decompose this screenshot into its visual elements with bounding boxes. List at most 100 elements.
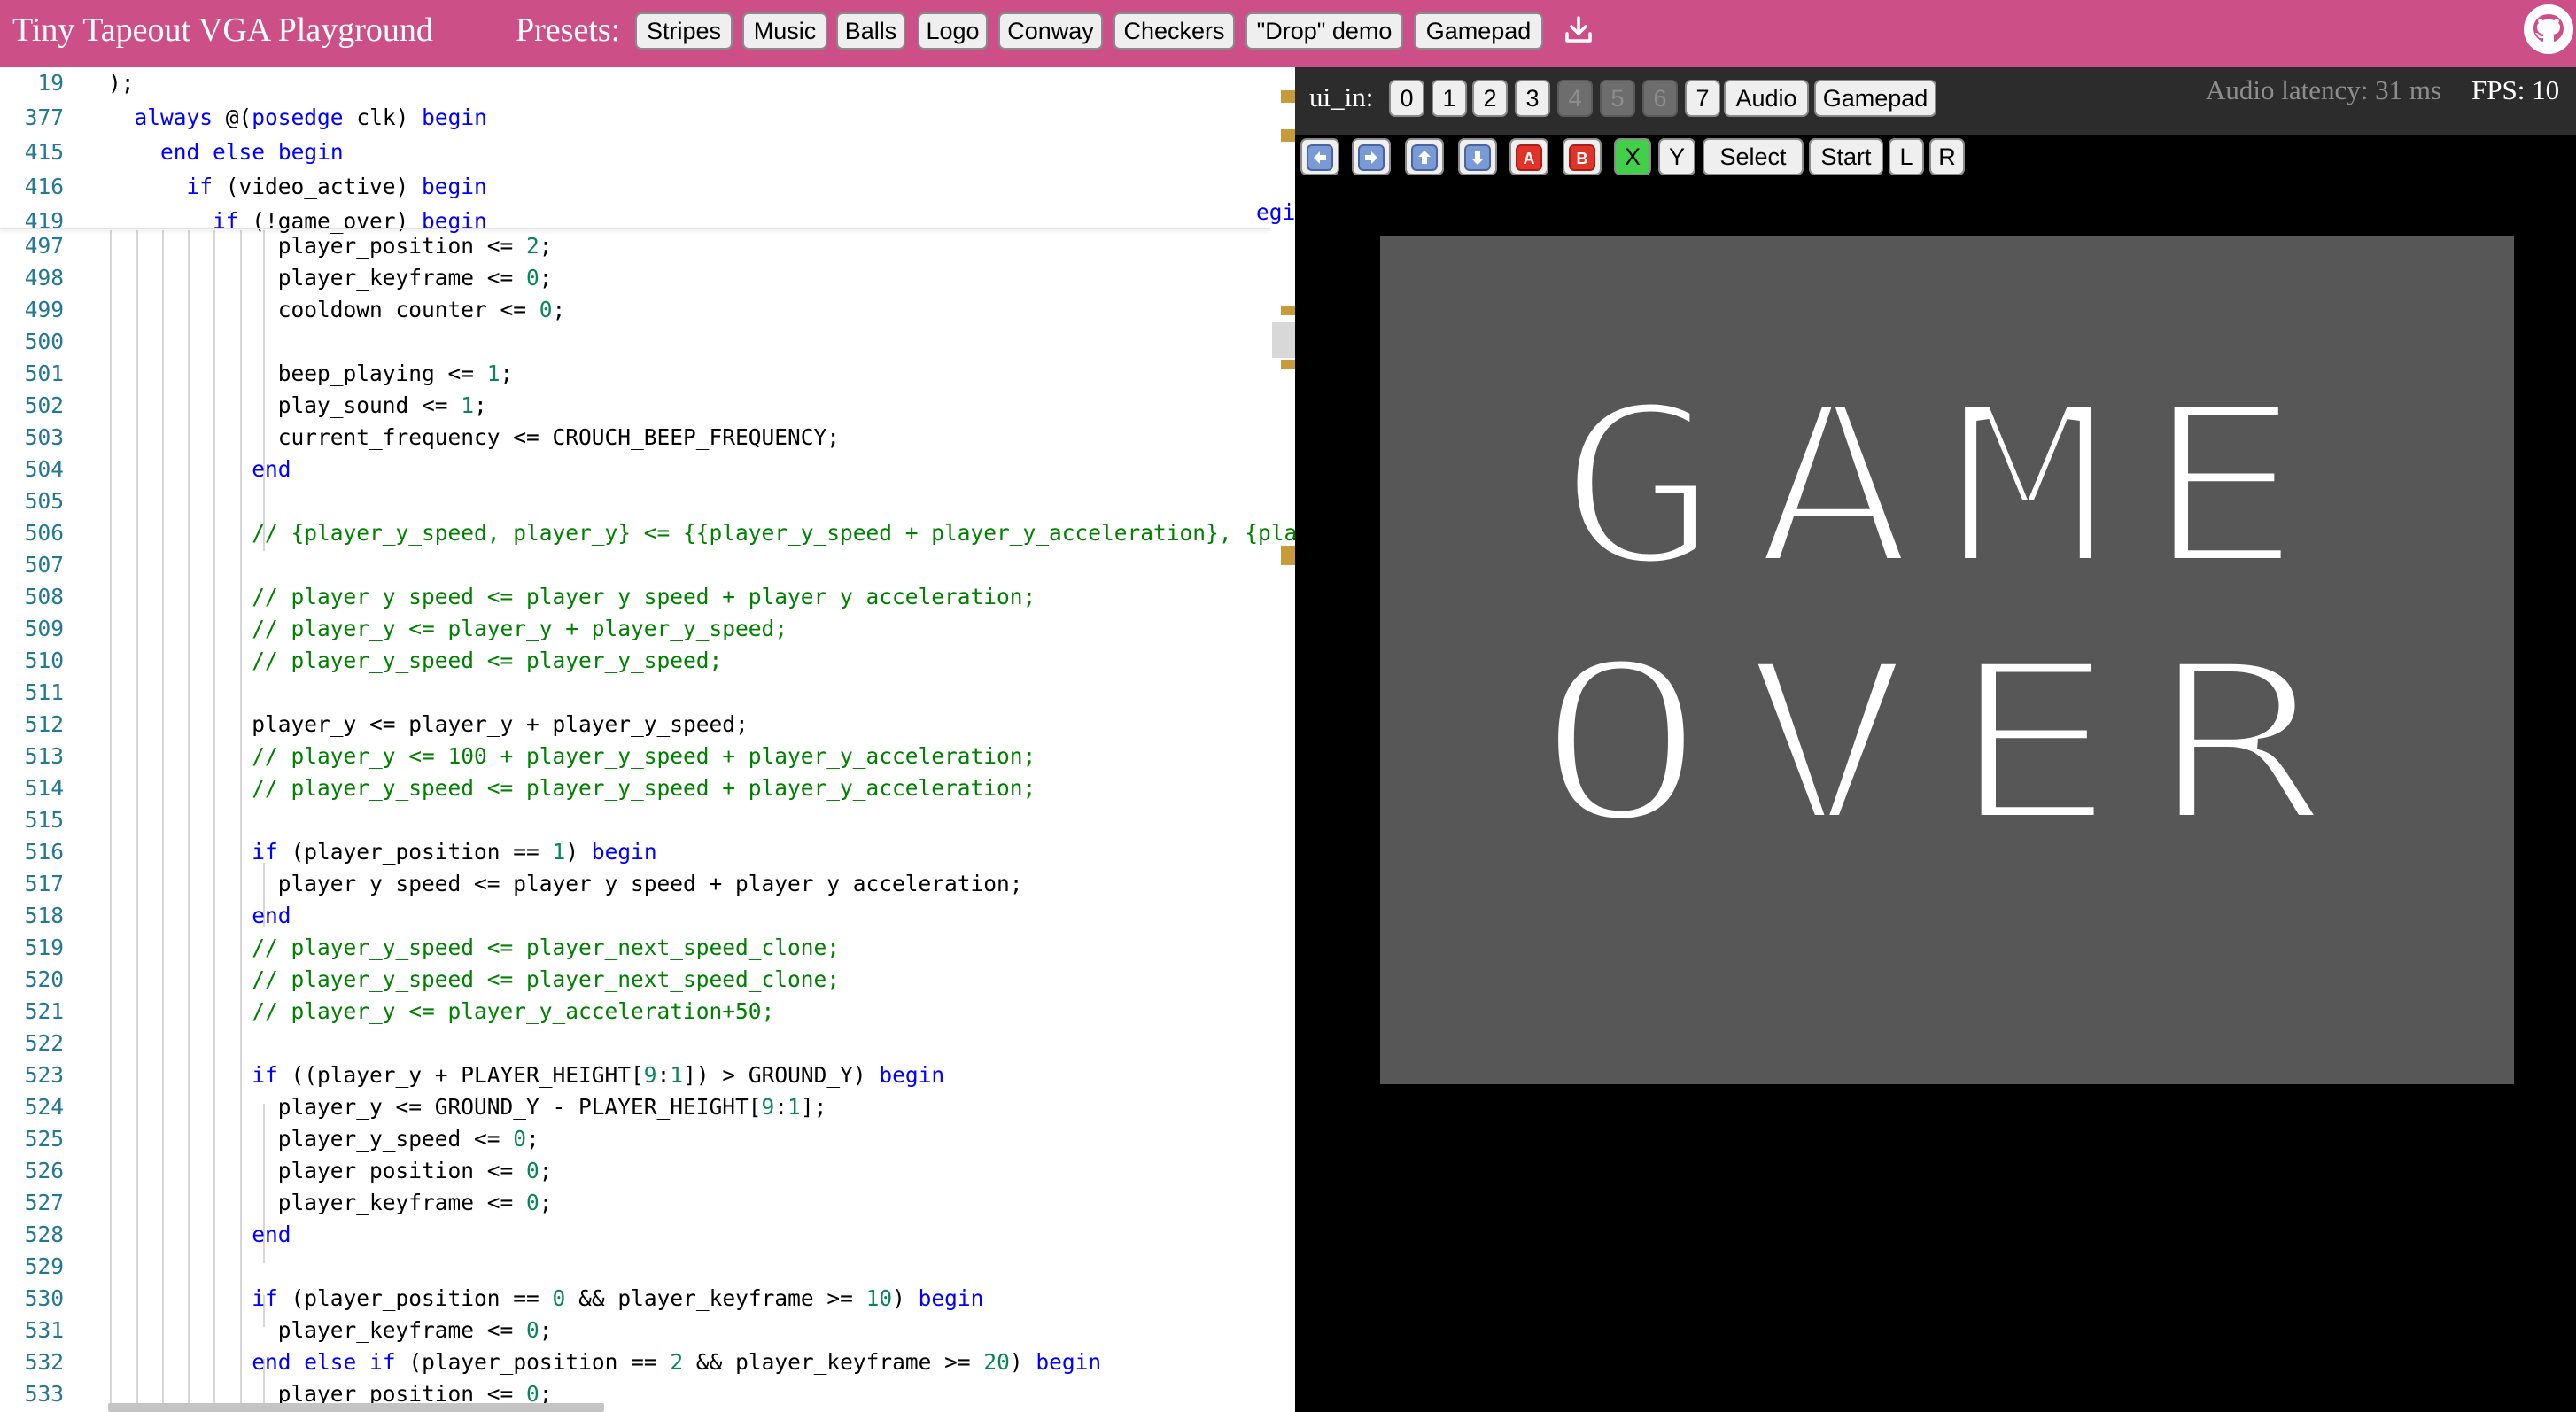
svg-text:A: A	[1524, 150, 1535, 167]
preset-stripes-button[interactable]: Stripes	[635, 12, 733, 50]
pad-up-button[interactable]	[1405, 138, 1444, 175]
code-line[interactable]: 514 // player_y_speed <= player_y_speed …	[0, 772, 1295, 804]
editor-horizontal-scrollbar[interactable]	[108, 1403, 604, 1412]
code-line[interactable]: 510 // player_y_speed <= player_y_speed;	[0, 645, 1295, 677]
code-line[interactable]: 530 if (player_position == 0 && player_k…	[0, 1283, 1295, 1315]
ui-in-bit-1-button[interactable]: 1	[1432, 80, 1467, 117]
code-line[interactable]: 520 // player_y_speed <= player_next_spe…	[0, 964, 1295, 996]
ui-in-bit-2-button[interactable]: 2	[1472, 80, 1508, 117]
preset-balls-button[interactable]: Balls	[836, 12, 905, 50]
preset-conway-button[interactable]: Conway	[998, 12, 1103, 50]
code-line[interactable]: 527 player_keyframe <= 0;	[0, 1187, 1295, 1219]
download-icon[interactable]	[1563, 14, 1594, 46]
line-number: 504	[24, 456, 64, 482]
line-number: 498	[24, 265, 64, 291]
preset-gamepad-button[interactable]: Gamepad	[1414, 12, 1543, 50]
code-line[interactable]: 505	[0, 485, 1295, 517]
pad-start-button[interactable]: Start	[1809, 138, 1883, 175]
line-code: play_sound <= 1;	[108, 392, 487, 418]
code-line[interactable]: 518 end	[0, 900, 1295, 932]
pad-l-button[interactable]: L	[1889, 138, 1924, 175]
code-line[interactable]: 503 current_frequency <= CROUCH_BEEP_FRE…	[0, 422, 1295, 454]
code-line[interactable]: 497 player_position <= 2;	[0, 230, 1295, 262]
gamepad-button[interactable]: Gamepad	[1814, 80, 1936, 117]
preset-checkers-button[interactable]: Checkers	[1113, 12, 1235, 50]
code-line[interactable]: 499 cooldown_counter <= 0;	[0, 294, 1295, 326]
sticky-code-line[interactable]: 377 always @(posedge clk) begin	[0, 102, 1295, 134]
code-line[interactable]: 507	[0, 549, 1295, 581]
code-line[interactable]: 526 player_position <= 0;	[0, 1155, 1295, 1187]
code-line[interactable]: 532 end else if (player_position == 2 &&…	[0, 1346, 1295, 1378]
code-line[interactable]: 522	[0, 1028, 1295, 1059]
pad-x-button[interactable]: X	[1614, 138, 1651, 175]
sticky-code-line[interactable]: 19);	[0, 67, 1295, 99]
code-line[interactable]: 513 // player_y <= 100 + player_y_speed …	[0, 741, 1295, 772]
svg-text:B: B	[1577, 150, 1588, 167]
ui-in-bit-0-button[interactable]: 0	[1389, 80, 1424, 117]
vga-panel: ui_in: 0 1 2 3 4 5 6 7 Audio Gamepad Aud…	[1295, 67, 2576, 1412]
line-number: 526	[24, 1158, 64, 1183]
code-line[interactable]: 515	[0, 804, 1295, 836]
line-code: if ((player_y + PLAYER_HEIGHT[9:1]) > GR…	[252, 1062, 945, 1088]
pad-y-button[interactable]: Y	[1658, 138, 1695, 175]
line-number: 513	[24, 743, 64, 769]
github-icon[interactable]	[2523, 4, 2574, 55]
preset-music-button[interactable]: Music	[742, 12, 827, 50]
line-code: player_keyframe <= 0;	[108, 265, 553, 291]
ui-in-controls: ui_in: 0 1 2 3 4 5 6 7 Audio Gamepad Aud…	[1295, 67, 2576, 135]
line-number: 514	[24, 775, 64, 801]
pad-r-button[interactable]: R	[1929, 138, 1965, 175]
audio-button[interactable]: Audio	[1724, 80, 1809, 117]
minimap-mark	[1281, 129, 1295, 142]
pad-b-button[interactable]: B	[1563, 138, 1602, 175]
preset-drop-demo-button[interactable]: "Drop" demo	[1245, 12, 1403, 50]
ui-in-bit-6-button: 6	[1642, 80, 1678, 117]
code-line[interactable]: 524 player_y <= GROUND_Y - PLAYER_HEIGHT…	[0, 1091, 1295, 1123]
line-number: 511	[24, 679, 64, 705]
pad-a-button[interactable]: A	[1509, 138, 1548, 175]
sticky-code-line[interactable]: 415 end else begin	[0, 136, 1295, 168]
code-line[interactable]: 512 player_y <= player_y + player_y_spee…	[0, 709, 1295, 741]
line-number: 377	[24, 105, 64, 130]
code-line[interactable]: 517 player_y_speed <= player_y_speed + p…	[0, 868, 1295, 900]
code-line[interactable]: 498 player_keyframe <= 0;	[0, 262, 1295, 294]
code-line[interactable]: 501 beep_playing <= 1;	[0, 358, 1295, 390]
line-code: player_keyframe <= 0;	[108, 1317, 553, 1343]
code-line[interactable]: 511	[0, 677, 1295, 709]
line-number: 500	[24, 329, 64, 354]
sticky-code-line[interactable]: 416 if (video_active) begin	[0, 171, 1295, 203]
minimap-slider[interactable]	[1272, 322, 1295, 358]
pad-down-button[interactable]	[1458, 138, 1497, 175]
minimap-mark	[1281, 90, 1295, 103]
code-line[interactable]: 519 // player_y_speed <= player_next_spe…	[0, 932, 1295, 964]
code-line[interactable]: 529	[0, 1251, 1295, 1283]
code-line[interactable]: 504 end	[0, 454, 1295, 485]
pad-left-button[interactable]	[1300, 138, 1339, 175]
line-number: 524	[24, 1094, 64, 1120]
preset-logo-button[interactable]: Logo	[918, 12, 988, 50]
line-code: // player_y <= 100 + player_y_speed + pl…	[252, 743, 1036, 769]
code-line[interactable]: 523 if ((player_y + PLAYER_HEIGHT[9:1]) …	[0, 1059, 1295, 1091]
line-code: // {player_y_speed, player_y} <= {{playe…	[252, 520, 1295, 546]
presets-label: Presets:	[516, 12, 621, 49]
sticky-scroll-divider	[0, 228, 1270, 229]
ui-in-bit-3-button[interactable]: 3	[1515, 80, 1550, 117]
line-number: 503	[24, 424, 64, 450]
code-line[interactable]: 500	[0, 326, 1295, 358]
code-line[interactable]: 502 play_sound <= 1;	[0, 390, 1295, 422]
code-line[interactable]: 508 // player_y_speed <= player_y_speed …	[0, 581, 1295, 613]
line-number: 519	[24, 935, 64, 960]
code-line[interactable]: 531 player_keyframe <= 0;	[0, 1315, 1295, 1346]
code-line[interactable]: 506 // {player_y_speed, player_y} <= {{p…	[0, 517, 1295, 549]
code-editor[interactable]: 19); 377 always @(posedge clk) begin 415 e…	[0, 67, 1295, 1412]
code-line[interactable]: 525 player_y_speed <= 0;	[0, 1123, 1295, 1155]
code-line[interactable]: 528 end	[0, 1219, 1295, 1251]
code-line[interactable]: 521 // player_y <= player_y_acceleration…	[0, 996, 1295, 1028]
ui-in-bit-7-button[interactable]: 7	[1685, 80, 1720, 117]
pad-right-button[interactable]	[1352, 138, 1391, 175]
code-line[interactable]: 516 if (player_position == 1) begin	[0, 836, 1295, 868]
pad-select-button[interactable]: Select	[1703, 138, 1804, 175]
game-over-line-2: OVER	[1535, 615, 2359, 873]
code-line[interactable]: 509 // player_y <= player_y + player_y_s…	[0, 613, 1295, 645]
line-code: // player_y <= player_y + player_y_speed…	[252, 616, 788, 641]
